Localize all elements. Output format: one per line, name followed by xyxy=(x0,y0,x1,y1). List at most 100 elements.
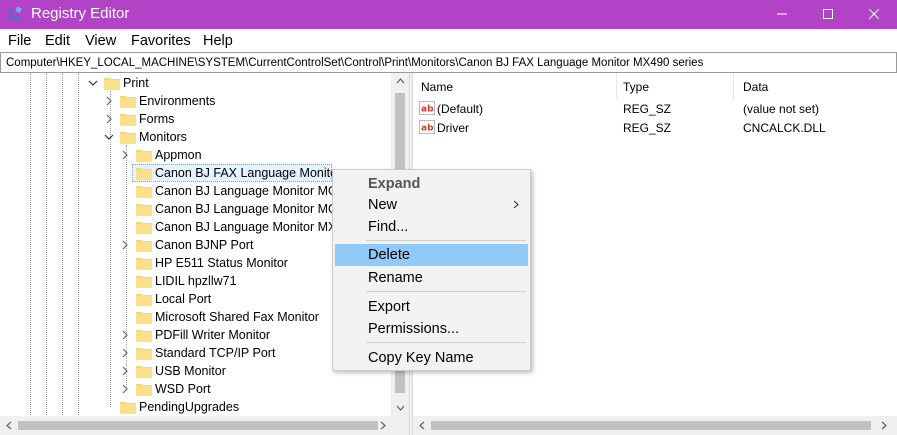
minimize-icon xyxy=(777,13,787,15)
tree-item-label: HP E511 Status Monitor xyxy=(155,256,288,270)
menu-item-delete[interactable]: Delete xyxy=(335,244,528,266)
close-icon xyxy=(868,8,880,20)
list-row-default[interactable]: ab (Default) REG_SZ (value not set) xyxy=(413,99,897,118)
chevron-right-icon[interactable] xyxy=(120,383,130,395)
tree-item-environments[interactable]: Environments xyxy=(104,92,384,110)
scroll-right-icon[interactable] xyxy=(881,421,887,430)
menu-item-label: Find... xyxy=(368,219,409,235)
folder-icon xyxy=(136,312,152,324)
value-data: (value not set) xyxy=(743,102,820,116)
tree-item-label: PendingUpgrades xyxy=(139,400,240,414)
menu-edit[interactable]: Edit xyxy=(45,32,70,50)
tree-guide-line xyxy=(30,73,31,435)
maximize-button[interactable] xyxy=(805,0,851,29)
menu-item-rename[interactable]: Rename xyxy=(335,267,528,289)
column-header-type[interactable]: Type xyxy=(623,80,649,94)
scroll-up-icon[interactable] xyxy=(396,78,405,84)
chevron-right-icon[interactable] xyxy=(120,365,130,377)
tree-guide-line xyxy=(62,73,63,435)
registry-editor-icon xyxy=(9,6,22,20)
scroll-thumb[interactable] xyxy=(431,421,871,430)
folder-icon xyxy=(136,348,152,360)
chevron-right-icon[interactable] xyxy=(120,239,130,251)
tree-item-wsd-port[interactable]: WSD Port xyxy=(120,380,390,398)
column-header-data[interactable]: Data xyxy=(743,80,768,94)
tree-item-pendingupgrades[interactable]: PendingUpgrades xyxy=(104,398,384,416)
menu-item-permissions[interactable]: Permissions... xyxy=(335,318,528,340)
value-name: Driver xyxy=(437,121,469,135)
chevron-right-icon[interactable] xyxy=(120,149,130,161)
menu-favorites[interactable]: Favorites xyxy=(131,32,191,50)
folder-icon xyxy=(136,330,152,342)
tree-item-print[interactable]: Print xyxy=(88,74,388,92)
string-value-icon: ab xyxy=(419,120,435,134)
menu-item-find[interactable]: Find... xyxy=(335,216,528,238)
tree-item-label: Standard TCP/IP Port xyxy=(155,346,276,360)
tree-guide-line xyxy=(78,73,79,435)
chevron-right-icon[interactable] xyxy=(104,113,114,125)
tree-guide-line xyxy=(46,73,47,435)
tree-item-label: Canon BJ Language Monitor MX4 xyxy=(155,220,344,234)
address-bar[interactable]: Computer\HKEY_LOCAL_MACHINE\SYSTEM\Curre… xyxy=(0,52,897,73)
menu-help[interactable]: Help xyxy=(203,32,233,50)
folder-icon xyxy=(136,150,152,162)
tree-item-label: Canon BJ Language Monitor MG2 xyxy=(155,184,345,198)
folder-icon xyxy=(120,132,136,144)
svg-text:ab: ab xyxy=(421,124,434,134)
chevron-down-icon[interactable] xyxy=(88,77,98,89)
menu-item-new[interactable]: New xyxy=(335,194,528,216)
tree-item-monitors[interactable]: Monitors xyxy=(104,128,384,146)
scroll-thumb[interactable] xyxy=(18,421,378,430)
tree-item-label: Canon BJNP Port xyxy=(155,238,254,252)
tree-horizontal-scrollbar[interactable] xyxy=(0,416,409,435)
value-data: CNCALCK.DLL xyxy=(743,121,826,135)
folder-icon xyxy=(136,186,152,198)
menu-item-export[interactable]: Export xyxy=(335,296,528,318)
value-type: REG_SZ xyxy=(623,121,672,135)
menu-item-label: Copy Key Name xyxy=(368,350,474,366)
chevron-right-icon[interactable] xyxy=(120,329,130,341)
tree-item-label: Canon BJ Language Monitor MG2 xyxy=(155,202,345,216)
chevron-down-icon[interactable] xyxy=(104,131,114,143)
menu-item-label: Permissions... xyxy=(368,321,460,337)
tree-item-label: Canon BJ FAX Language Monitor xyxy=(155,166,342,180)
svg-text:ab: ab xyxy=(421,105,434,115)
scroll-left-icon[interactable] xyxy=(419,421,425,430)
chevron-right-icon[interactable] xyxy=(104,95,114,107)
column-separator[interactable] xyxy=(616,73,617,99)
folder-icon xyxy=(136,240,152,252)
tree-item-forms[interactable]: Forms xyxy=(104,110,384,128)
list-horizontal-scrollbar[interactable] xyxy=(413,416,897,435)
minimize-button[interactable] xyxy=(759,0,805,29)
tree-item-appmon[interactable]: Appmon xyxy=(120,146,390,164)
scroll-left-icon[interactable] xyxy=(6,421,12,430)
column-header-name[interactable]: Name xyxy=(421,80,453,94)
scroll-down-icon[interactable] xyxy=(396,405,405,411)
menu-item-label: Export xyxy=(368,299,410,315)
folder-icon xyxy=(120,402,136,414)
tree-item-label: LIDIL hpzllw71 xyxy=(155,274,237,288)
close-button[interactable] xyxy=(851,0,897,29)
menu-separator xyxy=(366,342,526,343)
menu-item-copy-key-name[interactable]: Copy Key Name xyxy=(335,347,528,369)
chevron-right-icon[interactable] xyxy=(120,347,130,359)
window-title: Registry Editor xyxy=(31,5,130,22)
tree-item-label: Print xyxy=(123,76,149,90)
menu-view[interactable]: View xyxy=(85,32,116,50)
tree-item-label: Local Port xyxy=(155,292,212,306)
menu-file[interactable]: File xyxy=(8,32,31,50)
string-value-icon: ab xyxy=(419,101,435,115)
scroll-right-icon[interactable] xyxy=(380,421,386,430)
folder-icon xyxy=(136,294,152,306)
list-row-driver[interactable]: ab Driver REG_SZ CNCALCK.DLL xyxy=(413,118,897,137)
folder-icon xyxy=(136,276,152,288)
menu-item-expand[interactable]: Expand xyxy=(335,173,528,195)
folder-icon xyxy=(104,78,120,90)
value-name: (Default) xyxy=(437,102,484,116)
folder-icon xyxy=(120,96,136,108)
folder-icon xyxy=(136,384,152,396)
value-type: REG_SZ xyxy=(623,102,672,116)
column-separator[interactable] xyxy=(733,73,734,99)
folder-icon xyxy=(136,222,152,234)
folder-icon xyxy=(136,366,152,378)
